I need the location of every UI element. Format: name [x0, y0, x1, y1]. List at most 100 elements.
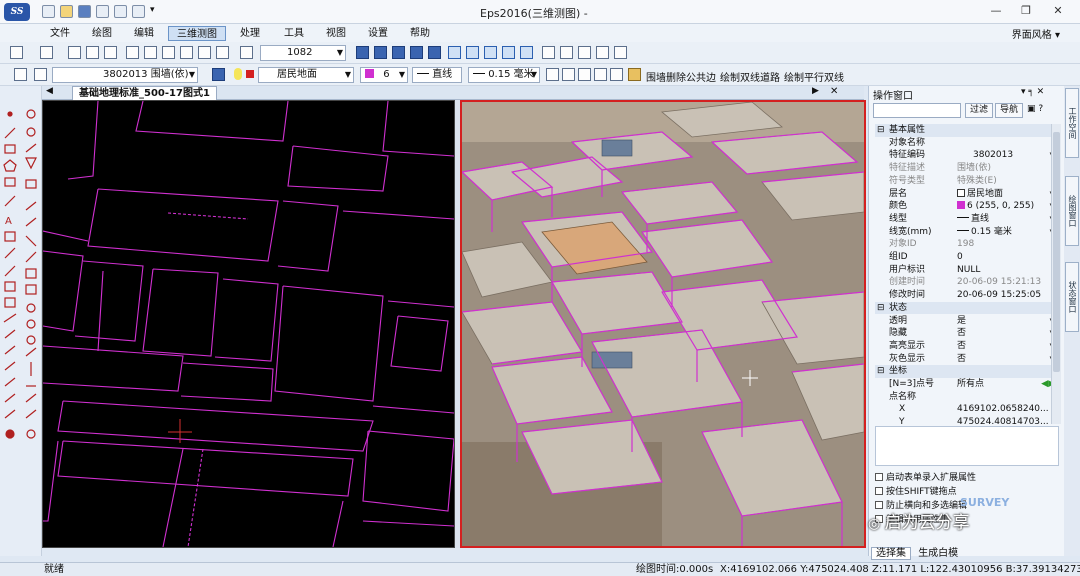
tab-scroll-left-icon[interactable]: ◀	[46, 86, 53, 96]
checkbox[interactable]	[875, 487, 883, 495]
row-feature-code[interactable]: 特征编码3802013▼	[875, 149, 1055, 162]
snap-5-icon[interactable]	[614, 46, 627, 59]
row-transparent[interactable]: 透明是▼	[875, 315, 1055, 328]
redo-icon[interactable]	[40, 46, 53, 59]
tile-view-icon[interactable]	[374, 46, 387, 59]
refresh-icon[interactable]	[216, 46, 229, 59]
zoom-all-icon[interactable]	[198, 46, 211, 59]
panel-tool-icons[interactable]: ▣ ?	[1027, 104, 1043, 114]
row-highlight[interactable]: 高亮显示否▼	[875, 340, 1055, 353]
zoom-in-icon[interactable]	[126, 46, 139, 59]
pan-hand-icon[interactable]	[180, 46, 193, 59]
panel-object-combo[interactable]	[873, 103, 961, 118]
close-tab-icon[interactable]: ✕	[830, 86, 838, 97]
oblique-3d-view[interactable]	[460, 100, 866, 548]
menu-draw[interactable]: 绘图	[84, 26, 120, 41]
publish-icon[interactable]	[132, 5, 145, 18]
row-x[interactable]: X 4169102.0658240...	[875, 403, 1055, 416]
row-color[interactable]: 颜色6 (255, 0, 255)▼	[875, 200, 1055, 213]
dock-draw-window[interactable]: 绘图窗口	[1065, 176, 1079, 246]
tab-scroll-right-icon[interactable]: ▶	[812, 86, 819, 96]
print-preview-icon[interactable]	[114, 5, 127, 18]
close-button[interactable]: ✕	[1046, 4, 1070, 17]
maximize-button[interactable]: ❐	[1014, 4, 1038, 17]
dock-status-window[interactable]: 状态窗口	[1065, 262, 1079, 332]
draw-parallel-line-button[interactable]: 绘制平行双线	[784, 69, 844, 84]
3d-tool-3-icon[interactable]	[484, 46, 497, 59]
row-symbol-type[interactable]: 符号类型 特殊类(E)	[875, 175, 1055, 188]
menu-file[interactable]: 文件	[42, 26, 78, 41]
row-linewidth[interactable]: 线宽(mm)0.15 毫米▼	[875, 226, 1055, 239]
prop-tool-1-icon[interactable]	[546, 68, 559, 81]
3d-tool-2-icon[interactable]	[466, 46, 479, 59]
document-tab[interactable]: 基础地理标准_500-17图式1	[72, 86, 217, 100]
vector-map-view[interactable]	[42, 100, 455, 548]
menu-settings[interactable]: 设置	[360, 26, 396, 41]
row-linetype[interactable]: 线型直线▼	[875, 213, 1055, 226]
filter-button[interactable]: 过滤	[965, 103, 994, 118]
row-modify-time[interactable]: 修改时间 20-06-09 15:25:05	[875, 289, 1055, 302]
oblique-3d-canvas[interactable]	[462, 102, 864, 546]
navigate-button[interactable]: 导航	[995, 103, 1024, 118]
option-shift-drag[interactable]: 按住SHIFT键拖点	[875, 484, 957, 497]
menu-process[interactable]: 处理	[232, 26, 268, 41]
row-create-time[interactable]: 创建时间 20-06-09 15:21:13	[875, 276, 1055, 289]
menu-view[interactable]: 视图	[318, 26, 354, 41]
row-layer[interactable]: 层名居民地面▼	[875, 188, 1055, 201]
undo-icon[interactable]	[10, 46, 23, 59]
prop-tool-2-icon[interactable]	[562, 68, 575, 81]
drawing-tools-icons[interactable]: A	[0, 86, 42, 556]
remove-common-edge-button[interactable]: 围墙删除公共边	[646, 69, 716, 84]
3d-tool-4-icon[interactable]	[502, 46, 515, 59]
copy-icon[interactable]	[86, 46, 99, 59]
option-form-entry[interactable]: 启动表单录入扩展属性	[875, 470, 976, 483]
layer-manager-icon[interactable]	[212, 68, 225, 81]
snap-4-icon[interactable]	[596, 46, 609, 59]
row-obj-name[interactable]: 对象名称	[875, 137, 1055, 150]
grid-view-icon[interactable]	[356, 46, 369, 59]
row-gray[interactable]: 灰色显示否▼	[875, 353, 1055, 366]
snap-2-icon[interactable]	[560, 46, 573, 59]
info-icon[interactable]	[34, 68, 47, 81]
draw-double-road-button[interactable]: 绘制双线道路	[720, 69, 780, 84]
print-icon[interactable]	[96, 5, 109, 18]
bulb-icon[interactable]	[234, 68, 242, 80]
scale-combo[interactable]: 1082 ▼	[260, 45, 346, 61]
dock-workspace[interactable]: 工作空间	[1065, 88, 1079, 158]
open-folder-icon[interactable]	[60, 5, 73, 18]
model-view-icon[interactable]	[428, 46, 441, 59]
linewidth-combo[interactable]: 0.15 毫米 ▼	[468, 67, 540, 83]
panel-pin-icon[interactable]: ▾ ╕ ✕	[1021, 87, 1044, 97]
layer-combo[interactable]: 居民地面 ▼	[258, 67, 354, 83]
row-points[interactable]: [N=3]点号 所有点 ◀▶	[875, 378, 1055, 391]
3d-tool-1-icon[interactable]	[448, 46, 461, 59]
color-combo[interactable]: 6 ▼	[360, 67, 408, 83]
monitor-icon[interactable]	[610, 68, 623, 81]
panel-scrollbar[interactable]	[1051, 124, 1061, 424]
scrollbar-thumb[interactable]	[1053, 132, 1060, 372]
prop-tool-4-icon[interactable]	[594, 68, 607, 81]
tab-selection-set[interactable]: 选择集	[871, 547, 911, 560]
quick-access-dropdown-icon[interactable]: ▾	[150, 5, 155, 15]
menu-help[interactable]: 帮助	[402, 26, 438, 41]
section-coord[interactable]: ⊟ 坐标	[875, 365, 1055, 378]
menu-3d-mapping[interactable]: 三维测图	[168, 26, 226, 41]
zoom-window-icon[interactable]	[162, 46, 175, 59]
row-hidden[interactable]: 隐藏否▼	[875, 327, 1055, 340]
row-obj-id[interactable]: 对象ID 198	[875, 238, 1055, 251]
row-group-id[interactable]: 组ID 0	[875, 251, 1055, 264]
row-y[interactable]: Y 475024.40814703...	[875, 416, 1055, 424]
minimize-button[interactable]: —	[984, 4, 1008, 17]
feature-code-combo[interactable]: 3802013 围墙(依) ▼	[52, 67, 198, 83]
checkbox[interactable]	[875, 473, 883, 481]
multi-view-icon[interactable]	[410, 46, 423, 59]
row-point-name[interactable]: 点名称	[875, 391, 1055, 404]
ui-style-selector[interactable]: 界面风格 ▾	[1012, 26, 1060, 41]
snap-1-icon[interactable]	[542, 46, 555, 59]
prop-tool-3-icon[interactable]	[578, 68, 591, 81]
vector-map-canvas[interactable]	[42, 100, 455, 548]
cube-icon[interactable]	[628, 68, 641, 81]
section-basic[interactable]: ⊟ 基本属性	[875, 124, 1055, 137]
layer-icon[interactable]	[14, 68, 27, 81]
row-user-tag[interactable]: 用户标识 NULL	[875, 264, 1055, 277]
